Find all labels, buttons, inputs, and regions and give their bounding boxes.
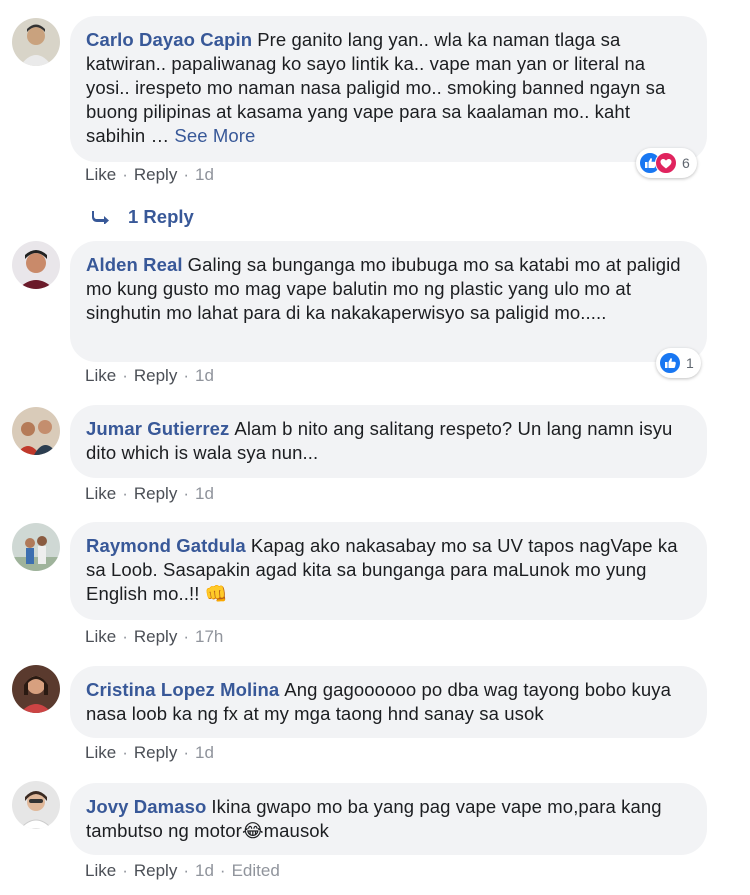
like-button[interactable]: Like — [85, 484, 116, 503]
comment-bubble: Alden Real Galing sa bunganga mo ibubuga … — [70, 241, 707, 362]
comment-actions: Like · Reply · 17h — [85, 627, 223, 647]
comment-bubble: Raymond Gatdula Kapag ako nakasabay mo sa… — [70, 522, 707, 620]
reaction-count: 6 — [682, 155, 690, 171]
comment-timestamp[interactable]: 1d — [195, 366, 214, 385]
reaction-summary[interactable]: 1 — [656, 348, 701, 378]
reply-button[interactable]: Reply — [134, 743, 177, 762]
reply-button[interactable]: Reply — [134, 366, 177, 385]
comment-actions: Like · Reply · 1d · Edited — [85, 861, 280, 881]
comment-timestamp[interactable]: 1d — [195, 484, 214, 503]
separator-dot: · — [122, 484, 128, 503]
reaction-summary[interactable]: 6 — [636, 148, 697, 178]
see-more-link[interactable]: See More — [174, 125, 255, 146]
reply-button[interactable]: Reply — [134, 627, 177, 646]
reply-arrow-icon — [92, 211, 109, 224]
comment-bubble: Jumar Gutierrez Alam b nito ang salitang … — [70, 405, 707, 478]
separator-dot: · — [122, 366, 128, 385]
comment-author[interactable]: Raymond Gatdula — [86, 535, 246, 556]
comment-actions: Like · Reply · 1d — [85, 484, 214, 504]
reply-button[interactable]: Reply — [134, 165, 177, 184]
avatar[interactable] — [12, 665, 60, 713]
like-button[interactable]: Like — [85, 861, 116, 880]
like-button[interactable]: Like — [85, 743, 116, 762]
comment-author[interactable]: Carlo Dayao Capin — [86, 29, 252, 50]
separator-dot: · — [183, 861, 189, 880]
like-button[interactable]: Like — [85, 366, 116, 385]
love-icon — [655, 152, 677, 174]
comment-author[interactable]: Cristina Lopez Molina — [86, 679, 279, 700]
separator-dot: · — [183, 743, 189, 762]
comment-author[interactable]: Jumar Gutierrez — [86, 418, 229, 439]
comment-timestamp[interactable]: 1d — [195, 743, 214, 762]
comment-actions: Like · Reply · 1d — [85, 165, 214, 185]
reply-button[interactable]: Reply — [134, 861, 177, 880]
like-button[interactable]: Like — [85, 627, 116, 646]
avatar[interactable] — [12, 407, 60, 455]
separator-dot: · — [122, 861, 128, 880]
replies-count-label[interactable]: 1 Reply — [128, 206, 194, 228]
avatar[interactable] — [12, 18, 60, 66]
view-replies-link[interactable]: 1 Reply — [92, 206, 194, 228]
comment-timestamp[interactable]: 1d — [195, 165, 214, 184]
separator-dot: · — [183, 484, 189, 503]
separator-dot: · — [183, 165, 189, 184]
comment-actions: Like · Reply · 1d — [85, 743, 214, 763]
reply-button[interactable]: Reply — [134, 484, 177, 503]
separator-dot: · — [122, 627, 128, 646]
comment-author[interactable]: Jovy Damaso — [86, 796, 206, 817]
separator-dot: · — [219, 861, 226, 880]
avatar[interactable] — [12, 523, 60, 571]
comment-bubble: Carlo Dayao Capin Pre ganito lang yan.. w… — [70, 16, 707, 162]
like-button[interactable]: Like — [85, 165, 116, 184]
avatar[interactable] — [12, 241, 60, 289]
comment-timestamp[interactable]: 1d — [195, 861, 214, 880]
separator-dot: · — [122, 743, 128, 762]
comment-timestamp[interactable]: 17h — [195, 627, 223, 646]
reaction-count: 1 — [686, 355, 694, 371]
separator-dot: · — [183, 366, 189, 385]
comment-actions: Like · Reply · 1d — [85, 366, 214, 386]
avatar[interactable] — [12, 781, 60, 829]
separator-dot: · — [122, 165, 128, 184]
separator-dot: · — [183, 627, 189, 646]
like-icon — [659, 352, 681, 374]
edited-label[interactable]: Edited — [232, 861, 280, 880]
comment-bubble: Cristina Lopez Molina Ang gagoooooo po db… — [70, 666, 707, 738]
comment-author[interactable]: Alden Real — [86, 254, 183, 275]
comment-bubble: Jovy Damaso Ikina gwapo mo ba yang pag va… — [70, 783, 707, 855]
